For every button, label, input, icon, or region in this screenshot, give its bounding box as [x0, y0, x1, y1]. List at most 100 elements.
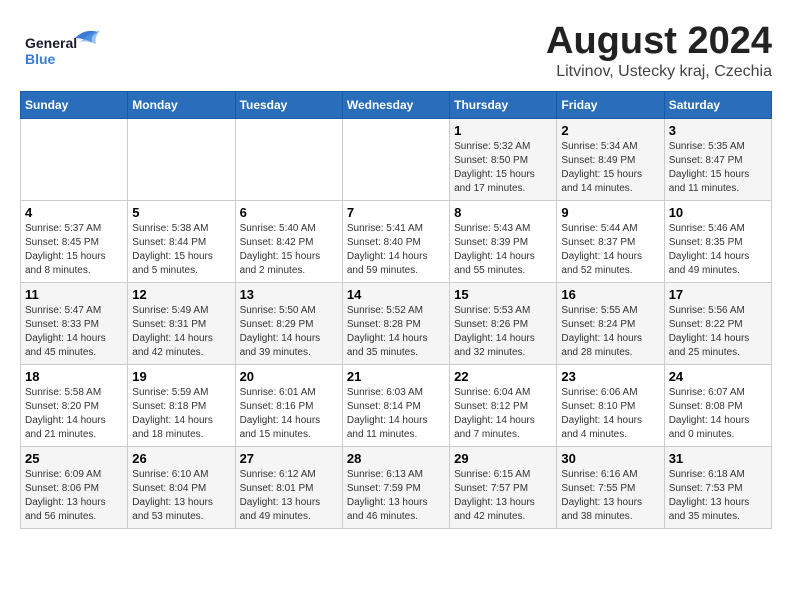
calendar-cell: 28 Sunrise: 6:13 AMSunset: 7:59 PMDayligh…: [342, 447, 449, 529]
day-info: Sunrise: 6:13 AMSunset: 7:59 PMDaylight:…: [347, 468, 445, 524]
day-info: Sunrise: 5:46 AMSunset: 8:35 PMDaylight:…: [669, 222, 767, 278]
day-number: 20: [240, 369, 338, 384]
day-info: Sunrise: 5:56 AMSunset: 8:22 PMDaylight:…: [669, 304, 767, 360]
location-title: Litvinov, Ustecky kraj, Czechia: [546, 63, 772, 81]
day-info: Sunrise: 6:04 AMSunset: 8:12 PMDaylight:…: [454, 386, 552, 442]
day-number: 30: [561, 451, 659, 466]
day-info: Sunrise: 5:55 AMSunset: 8:24 PMDaylight:…: [561, 304, 659, 360]
calendar-cell: 26 Sunrise: 6:10 AMSunset: 8:04 PMDayligh…: [128, 447, 235, 529]
calendar-table: Sunday Monday Tuesday Wednesday Thursday…: [20, 91, 772, 529]
day-info: Sunrise: 5:43 AMSunset: 8:39 PMDaylight:…: [454, 222, 552, 278]
day-number: 4: [25, 205, 123, 220]
day-info: Sunrise: 6:09 AMSunset: 8:06 PMDaylight:…: [25, 468, 123, 524]
header-saturday: Saturday: [664, 92, 771, 119]
calendar-cell: 21 Sunrise: 6:03 AMSunset: 8:14 PMDayligh…: [342, 365, 449, 447]
day-info: Sunrise: 5:38 AMSunset: 8:44 PMDaylight:…: [132, 222, 230, 278]
calendar-cell: 30 Sunrise: 6:16 AMSunset: 7:55 PMDayligh…: [557, 447, 664, 529]
day-number: 22: [454, 369, 552, 384]
calendar-cell: 6 Sunrise: 5:40 AMSunset: 8:42 PMDaylight…: [235, 201, 342, 283]
calendar-cell: 2 Sunrise: 5:34 AMSunset: 8:49 PMDaylight…: [557, 119, 664, 201]
title-area: August 2024 Litvinov, Ustecky kraj, Czec…: [546, 20, 772, 81]
day-number: 18: [25, 369, 123, 384]
day-info: Sunrise: 5:44 AMSunset: 8:37 PMDaylight:…: [561, 222, 659, 278]
calendar-cell: 3Sunrise: 5:35 AMSunset: 8:47 PMDaylight…: [664, 119, 771, 201]
day-number: 19: [132, 369, 230, 384]
calendar-cell: 10 Sunrise: 5:46 AMSunset: 8:35 PMDayligh…: [664, 201, 771, 283]
day-number: 10: [669, 205, 767, 220]
day-info: Sunrise: 5:53 AMSunset: 8:26 PMDaylight:…: [454, 304, 552, 360]
day-info: Sunrise: 6:15 AMSunset: 7:57 PMDaylight:…: [454, 468, 552, 524]
day-number: 12: [132, 287, 230, 302]
header-wednesday: Wednesday: [342, 92, 449, 119]
day-number: 6: [240, 205, 338, 220]
calendar-cell: [128, 119, 235, 201]
logo-svg: General Blue: [20, 20, 120, 70]
day-info: Sunrise: 5:59 AMSunset: 8:18 PMDaylight:…: [132, 386, 230, 442]
calendar-cell: 13Sunrise: 5:50 AMSunset: 8:29 PMDayligh…: [235, 283, 342, 365]
day-number: 17: [669, 287, 767, 302]
day-info: Sunrise: 6:06 AMSunset: 8:10 PMDaylight:…: [561, 386, 659, 442]
day-number: 15: [454, 287, 552, 302]
calendar-cell: 1Sunrise: 5:32 AMSunset: 8:50 PMDaylight…: [450, 119, 557, 201]
day-number: 28: [347, 451, 445, 466]
calendar-cell: 7 Sunrise: 5:41 AMSunset: 8:40 PMDaylight…: [342, 201, 449, 283]
day-number: 5: [132, 205, 230, 220]
day-number: 16: [561, 287, 659, 302]
calendar-cell: 23 Sunrise: 6:06 AMSunset: 8:10 PMDayligh…: [557, 365, 664, 447]
day-info: Sunrise: 5:47 AMSunset: 8:33 PMDaylight:…: [25, 304, 123, 360]
calendar-cell: 29 Sunrise: 6:15 AMSunset: 7:57 PMDayligh…: [450, 447, 557, 529]
calendar-cell: 15 Sunrise: 5:53 AMSunset: 8:26 PMDayligh…: [450, 283, 557, 365]
calendar-cell: 12Sunrise: 5:49 AMSunset: 8:31 PMDayligh…: [128, 283, 235, 365]
calendar-cell: 18 Sunrise: 5:58 AMSunset: 8:20 PMDayligh…: [21, 365, 128, 447]
day-info: Sunrise: 5:41 AMSunset: 8:40 PMDaylight:…: [347, 222, 445, 278]
calendar-cell: 22 Sunrise: 6:04 AMSunset: 8:12 PMDayligh…: [450, 365, 557, 447]
day-info: Sunrise: 6:18 AMSunset: 7:53 PMDaylight:…: [669, 468, 767, 524]
day-info: Sunrise: 5:58 AMSunset: 8:20 PMDaylight:…: [25, 386, 123, 442]
calendar-week-2: 4Sunrise: 5:37 AMSunset: 8:45 PMDaylight…: [21, 201, 772, 283]
day-number: 13: [240, 287, 338, 302]
day-info: Sunrise: 6:03 AMSunset: 8:14 PMDaylight:…: [347, 386, 445, 442]
day-number: 27: [240, 451, 338, 466]
day-number: 26: [132, 451, 230, 466]
calendar-cell: 14 Sunrise: 5:52 AMSunset: 8:28 PMDayligh…: [342, 283, 449, 365]
day-number: 2: [561, 123, 659, 138]
svg-text:General: General: [25, 35, 77, 51]
calendar-cell: 16 Sunrise: 5:55 AMSunset: 8:24 PMDayligh…: [557, 283, 664, 365]
calendar-body: 1Sunrise: 5:32 AMSunset: 8:50 PMDaylight…: [21, 119, 772, 529]
day-info: Sunrise: 6:07 AMSunset: 8:08 PMDaylight:…: [669, 386, 767, 442]
day-info: Sunrise: 5:52 AMSunset: 8:28 PMDaylight:…: [347, 304, 445, 360]
calendar-cell: 27 Sunrise: 6:12 AMSunset: 8:01 PMDayligh…: [235, 447, 342, 529]
day-number: 21: [347, 369, 445, 384]
day-number: 31: [669, 451, 767, 466]
calendar-header: Sunday Monday Tuesday Wednesday Thursday…: [21, 92, 772, 119]
day-info: Sunrise: 5:34 AMSunset: 8:49 PMDaylight:…: [561, 140, 659, 196]
day-info: Sunrise: 6:01 AMSunset: 8:16 PMDaylight:…: [240, 386, 338, 442]
calendar-cell: [342, 119, 449, 201]
day-info: Sunrise: 5:32 AMSunset: 8:50 PMDaylight:…: [454, 140, 552, 196]
day-number: 29: [454, 451, 552, 466]
header: General Blue August 2024 Litvinov, Ustec…: [20, 20, 772, 81]
day-number: 9: [561, 205, 659, 220]
day-number: 3: [669, 123, 767, 138]
calendar-cell: 5 Sunrise: 5:38 AMSunset: 8:44 PMDaylight…: [128, 201, 235, 283]
day-number: 14: [347, 287, 445, 302]
day-info: Sunrise: 6:12 AMSunset: 8:01 PMDaylight:…: [240, 468, 338, 524]
day-info: Sunrise: 6:16 AMSunset: 7:55 PMDaylight:…: [561, 468, 659, 524]
calendar-cell: 8Sunrise: 5:43 AMSunset: 8:39 PMDaylight…: [450, 201, 557, 283]
svg-text:Blue: Blue: [25, 51, 56, 67]
day-number: 7: [347, 205, 445, 220]
day-number: 24: [669, 369, 767, 384]
calendar-cell: 24 Sunrise: 6:07 AMSunset: 8:08 PMDayligh…: [664, 365, 771, 447]
calendar-week-1: 1Sunrise: 5:32 AMSunset: 8:50 PMDaylight…: [21, 119, 772, 201]
day-info: Sunrise: 6:10 AMSunset: 8:04 PMDaylight:…: [132, 468, 230, 524]
calendar-cell: 4Sunrise: 5:37 AMSunset: 8:45 PMDaylight…: [21, 201, 128, 283]
calendar-week-5: 25 Sunrise: 6:09 AMSunset: 8:06 PMDayligh…: [21, 447, 772, 529]
calendar-cell: 19 Sunrise: 5:59 AMSunset: 8:18 PMDayligh…: [128, 365, 235, 447]
day-number: 25: [25, 451, 123, 466]
header-sunday: Sunday: [21, 92, 128, 119]
day-number: 23: [561, 369, 659, 384]
calendar-week-3: 11Sunrise: 5:47 AMSunset: 8:33 PMDayligh…: [21, 283, 772, 365]
header-row: Sunday Monday Tuesday Wednesday Thursday…: [21, 92, 772, 119]
day-info: Sunrise: 5:40 AMSunset: 8:42 PMDaylight:…: [240, 222, 338, 278]
header-thursday: Thursday: [450, 92, 557, 119]
